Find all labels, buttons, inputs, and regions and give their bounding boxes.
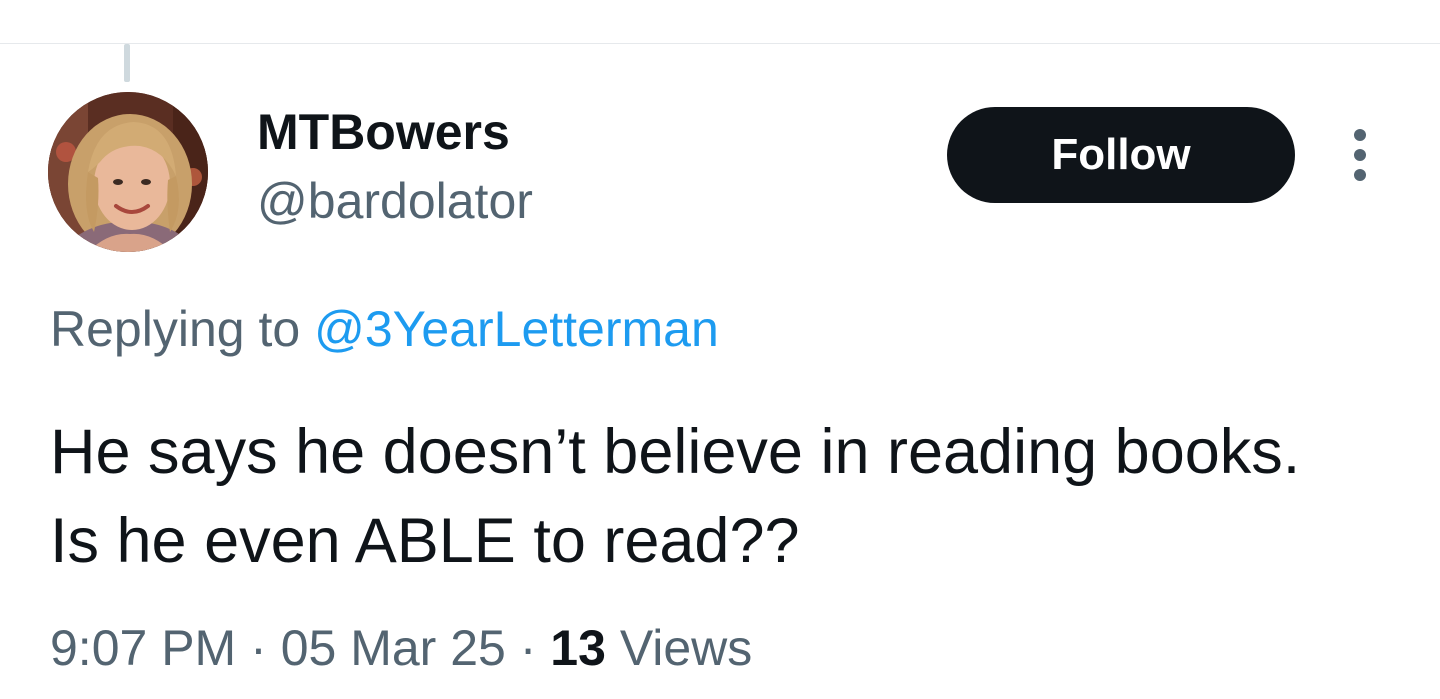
more-options-button[interactable] (1338, 124, 1382, 186)
author-handle[interactable]: @bardolator (257, 172, 533, 230)
tweet-date[interactable]: 05 Mar 25 (281, 620, 506, 676)
replying-to-mention-link[interactable]: @3YearLetterman (314, 301, 719, 357)
author-display-name[interactable]: MTBowers (257, 103, 510, 161)
views-label: Views (619, 620, 753, 676)
top-divider (0, 43, 1440, 44)
avatar-photo-icon (48, 92, 208, 252)
replying-to-prefix: Replying to (50, 301, 301, 357)
tweet-time[interactable]: 9:07 PM (50, 620, 236, 676)
avatar[interactable] (48, 92, 208, 252)
follow-button[interactable]: Follow (947, 107, 1295, 203)
replying-to: Replying to @3YearLetterman (50, 299, 719, 359)
tweet-meta: 9:07 PM · 05 Mar 25 · 13 Views (50, 617, 752, 679)
tweet-text: He says he doesn’t believe in reading bo… (50, 417, 1301, 576)
meta-separator: · (519, 620, 537, 676)
more-vertical-icon (1354, 129, 1366, 181)
meta-separator: · (250, 620, 267, 676)
thread-connector-line (124, 44, 130, 82)
views-count: 13 (550, 620, 606, 676)
